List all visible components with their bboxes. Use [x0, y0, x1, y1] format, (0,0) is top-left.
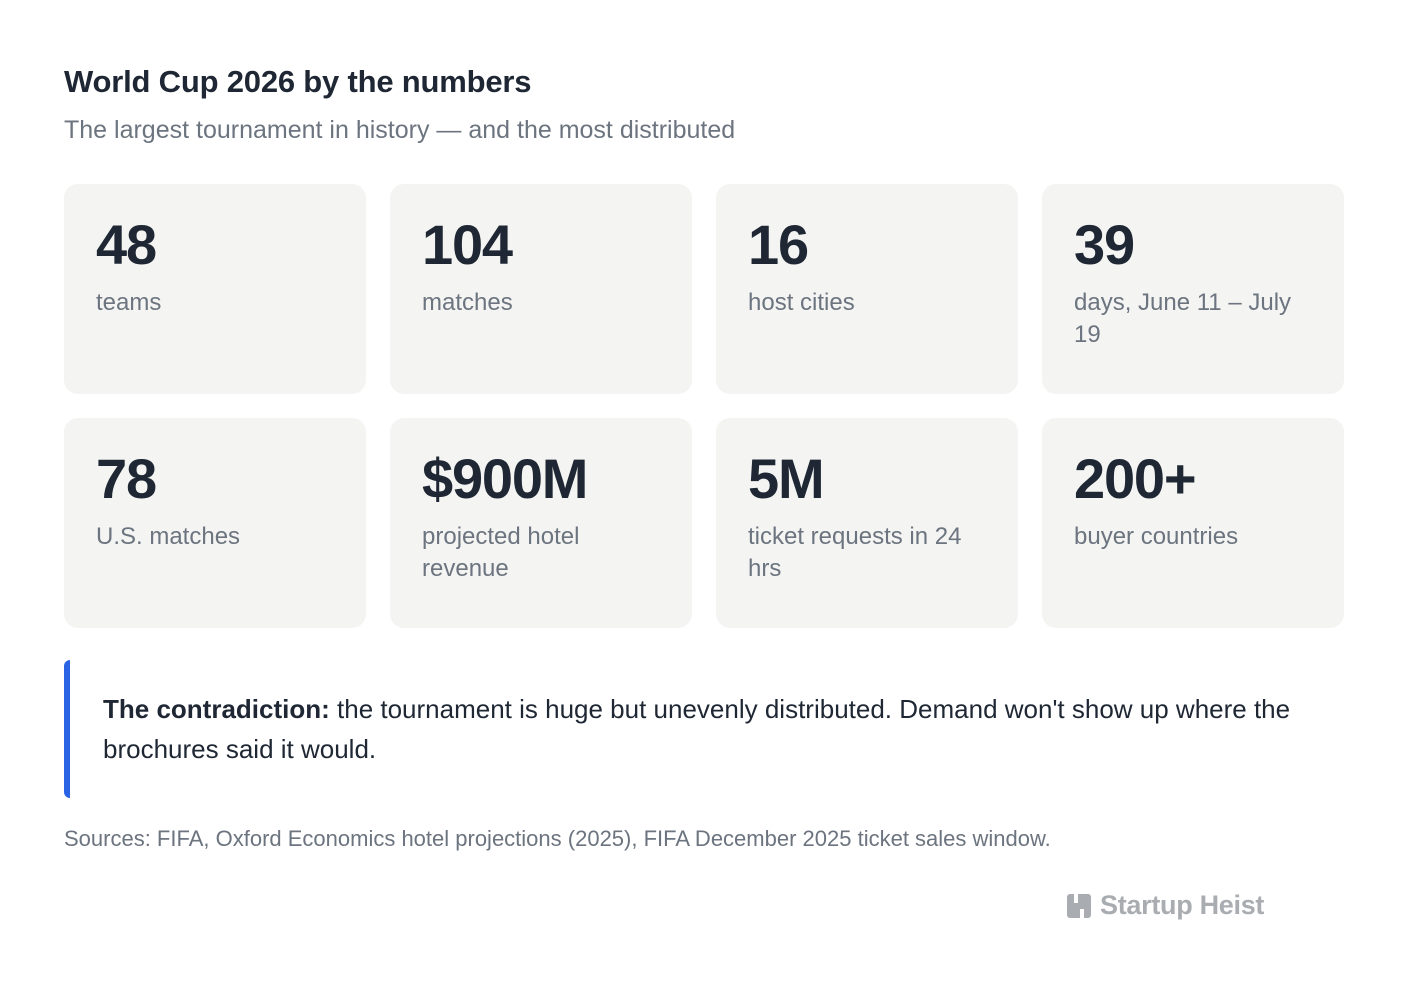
stat-value: 48 [96, 213, 157, 276]
stat-value: $900M [422, 447, 588, 510]
stat-card-us-matches: 78 U.S. matches [64, 418, 366, 628]
stat-label: ticket requests in 24 hrs [748, 522, 962, 582]
stat-card-ticket-requests: 5M ticket requests in 24 hrs [716, 418, 1018, 628]
contradiction-callout: The contradiction: the tournament is hug… [64, 660, 1344, 798]
stat-value: 16 [748, 213, 809, 276]
sources-note: Sources: FIFA, Oxford Economics hotel pr… [64, 826, 1051, 851]
callout-lead: The contradiction: [103, 694, 330, 724]
stat-value: 78 [96, 447, 157, 510]
brand-name: Startup Heist [1100, 890, 1265, 920]
stat-label: days, June 11 – July 19 [1074, 288, 1292, 348]
stat-card-matches: 104 matches [390, 184, 692, 394]
stat-card-host-cities: 16 host cities [716, 184, 1018, 394]
stat-value: 104 [422, 213, 513, 276]
stat-label: teams [96, 288, 162, 316]
stat-card-buyer-countries: 200+ buyer countries [1042, 418, 1344, 628]
stat-label: buyer countries [1074, 522, 1239, 550]
stat-card-days: 39 days, June 11 – July 19 [1042, 184, 1344, 394]
stat-value: 5M [748, 447, 825, 510]
startup-heist-logo-icon [1066, 893, 1092, 919]
stat-card-hotel-revenue: $900M projected hotel revenue [390, 418, 692, 628]
stat-card-teams: 48 teams [64, 184, 366, 394]
page-subtitle: The largest tournament in history — and … [64, 116, 736, 144]
stat-label: projected hotel revenue [422, 522, 580, 582]
page-title: World Cup 2026 by the numbers [64, 64, 532, 99]
stat-value: 200+ [1074, 447, 1197, 510]
stat-label: U.S. matches [96, 522, 241, 550]
stat-label: matches [422, 288, 513, 316]
stats-grid: 48 teams 104 matches 16 host cities 39 d… [64, 184, 1344, 628]
stat-value: 39 [1074, 213, 1135, 276]
brand-logo: Startup Heist [1066, 890, 1264, 921]
stat-label: host cities [748, 288, 855, 316]
